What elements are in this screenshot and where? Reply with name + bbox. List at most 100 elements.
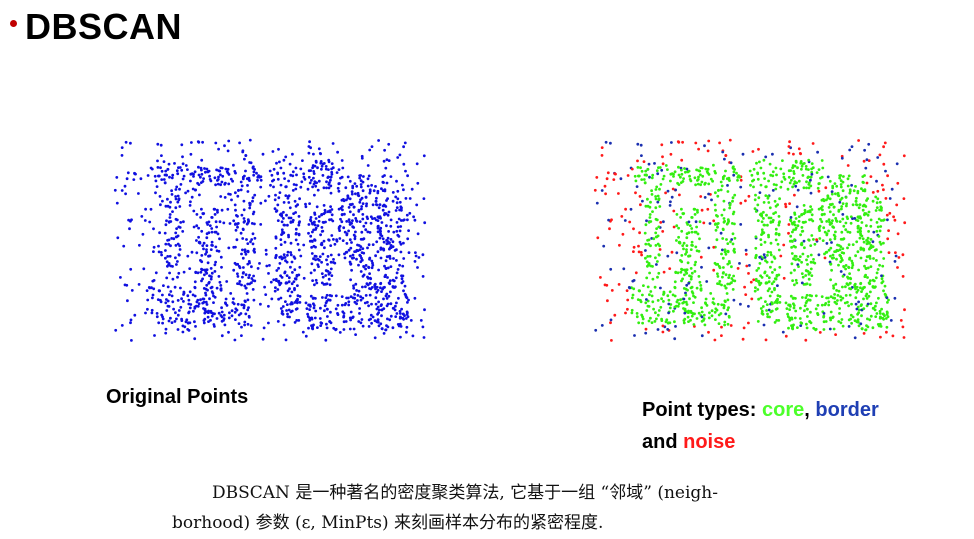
typed-point [833,296,837,300]
original-point [238,141,242,145]
original-point [208,297,211,301]
original-point [219,287,223,290]
typed-point [800,226,804,229]
typed-point [882,289,885,293]
typed-point [642,178,646,181]
typed-point [772,183,776,186]
original-point [400,274,403,278]
original-point [361,189,365,193]
typed-point [654,311,657,315]
typed-point [801,252,805,256]
typed-point [694,260,697,264]
typed-point [832,213,835,217]
original-point [242,266,245,269]
original-point [202,297,206,301]
typed-point [712,302,716,306]
original-point [160,313,164,317]
original-point [359,295,362,299]
typed-point [721,175,725,179]
typed-point [719,231,723,235]
original-point [366,184,370,188]
typed-point [625,289,629,292]
typed-point [631,279,635,283]
typed-point [800,241,804,245]
original-point [219,173,222,177]
typed-point [655,263,658,266]
original-point [239,231,243,235]
typed-point [726,190,730,193]
typed-point [834,282,838,286]
original-point [398,200,402,204]
original-point [299,185,303,189]
typed-point [821,239,825,242]
original-point [387,294,391,298]
original-point [233,310,237,314]
original-point [291,189,295,192]
typed-point [757,266,760,270]
typed-point [739,201,743,205]
typed-point [709,292,713,295]
original-point [312,152,315,156]
typed-point [696,179,699,182]
typed-point [643,173,647,177]
typed-point [820,220,824,224]
typed-point [839,185,843,189]
typed-point [744,252,748,256]
original-point [361,285,364,289]
original-point [274,286,277,289]
original-point [210,227,214,230]
original-point [312,170,316,173]
original-point [220,208,224,212]
original-point [123,283,127,287]
original-point [267,194,271,198]
typed-point [839,270,843,273]
typed-point [659,183,663,186]
original-point [158,289,161,293]
typed-point [797,219,801,223]
typed-point [875,229,879,233]
typed-point [681,140,684,144]
typed-point [603,283,607,287]
original-point [199,298,202,302]
typed-point [724,154,728,157]
original-point [209,277,213,281]
typed-point [838,312,841,315]
typed-point [666,294,670,298]
typed-point [867,294,871,298]
original-point [360,318,364,321]
typed-point [679,175,682,179]
typed-point [716,282,719,285]
typed-point [874,276,878,280]
original-point [278,262,282,265]
original-point [236,302,240,306]
typed-point [755,161,758,165]
typed-point [720,334,723,337]
typed-point [830,192,834,196]
original-point [282,210,285,214]
description-line-1: DBSCAN 是一种著名的密度聚类算法, 它基于一组 “邻域” (neigh- [212,483,718,503]
original-point [337,168,341,171]
typed-point [862,159,866,163]
original-point [309,234,313,238]
original-point [161,293,164,297]
original-point [366,246,369,250]
typed-point [637,321,641,325]
typed-point [733,236,737,240]
typed-point [617,192,620,195]
typed-point [829,262,833,266]
typed-point [662,174,666,178]
typed-point [803,304,807,308]
original-point [178,205,182,208]
original-point [220,265,223,269]
original-point [182,220,185,224]
typed-point [686,311,690,314]
original-point [274,254,278,258]
typed-point [805,322,808,326]
typed-point [778,301,782,304]
typed-point [851,243,855,246]
original-point [314,184,318,188]
original-point [332,238,335,241]
original-point [190,195,194,199]
original-point [330,234,334,237]
typed-point [887,298,890,302]
